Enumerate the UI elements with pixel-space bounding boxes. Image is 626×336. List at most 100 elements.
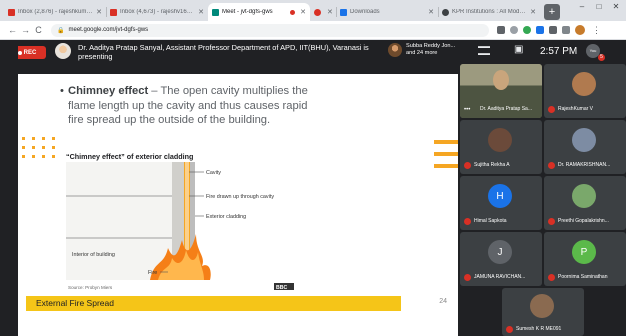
participant-tile[interactable]: Dr. RAMAKRISHNAN... — [544, 120, 626, 174]
extension-icons: ⋮ — [497, 25, 603, 36]
bullet-heading: Chimney effect — [68, 85, 149, 97]
forward-button[interactable]: → — [19, 25, 32, 35]
maximize-button[interactable]: □ — [592, 2, 606, 11]
screen: { "browser": { "tabs": [ {"label": "Inbo… — [0, 0, 626, 336]
browser-tab-strip: Inbox (2,876) - rajeshkumar.v@ ✕ Inbox (… — [0, 0, 626, 21]
participant-tile[interactable]: RajeshKumar V — [544, 64, 626, 118]
mic-off-icon — [506, 326, 513, 333]
close-icon[interactable]: ✕ — [198, 8, 204, 16]
presentation-slide: • Chimney effect – The open cavity multi… — [18, 74, 458, 336]
rec-label: REC — [23, 49, 37, 56]
participant-tile[interactable]: Preethi Gopalakrishn... — [544, 176, 626, 230]
slide-margin — [0, 40, 18, 336]
bullet-icon: • — [60, 85, 64, 97]
star-icon[interactable] — [510, 26, 518, 34]
captions-icon[interactable]: ▬▬ ▬▬ — [478, 44, 490, 58]
decorative-dots — [22, 137, 62, 158]
avatar — [488, 128, 512, 152]
avatar: P — [572, 240, 596, 264]
mic-off-icon — [548, 274, 555, 281]
other-participants[interactable]: Subba Reddy Jon... and 24 more — [388, 43, 458, 57]
avatar — [572, 184, 596, 208]
menu-icon[interactable]: ⋮ — [590, 25, 603, 36]
participant-name: Preethi Gopalakrishn... — [558, 218, 609, 224]
gmail-icon — [110, 8, 117, 16]
mic-off-icon — [464, 218, 471, 225]
mic-off-icon — [548, 106, 555, 113]
record-icon — [17, 50, 22, 55]
close-icon[interactable]: ✕ — [96, 8, 102, 16]
participant-tile[interactable]: P Poornima Saminathan — [544, 232, 626, 286]
participant-name: Poornima Saminathan — [558, 274, 608, 280]
puzzle-icon[interactable] — [562, 26, 570, 34]
participant-tile[interactable]: J JAMUNA RAVICHAN... — [460, 232, 542, 286]
tab-label: Inbox (2,876) - rajeshkumar.v@ — [18, 9, 94, 15]
participant-name: Himal Sapkota — [474, 218, 507, 224]
video-icon[interactable] — [497, 26, 505, 34]
close-icon[interactable]: ✕ — [300, 8, 306, 16]
address-bar-row: ← → C 🔒 meet.google.com/jvt-dgfs-gws ⋮ — [0, 21, 626, 40]
participant-face — [493, 70, 509, 90]
tab-label: Downloads — [350, 9, 380, 15]
minimize-button[interactable]: – — [575, 2, 589, 11]
tab-downloads[interactable]: Downloads ✕ — [336, 3, 438, 21]
meet-icon — [212, 8, 219, 16]
mic-off-icon — [464, 162, 471, 169]
tab-kpr[interactable]: KPR Institutions : All Modules ✕ — [438, 3, 540, 21]
mic-off-icon — [548, 162, 555, 169]
download-icon — [340, 8, 347, 16]
mic-off-icon — [548, 218, 555, 225]
tab-meet[interactable]: Meet - jvt-dgfs-gws ✕ — [208, 3, 310, 21]
close-icon[interactable]: ✕ — [530, 8, 536, 16]
participant-tile[interactable]: Sujitha Rekha A — [460, 120, 542, 174]
label-interior: Interior of building — [72, 252, 115, 258]
notification-badge: 5 — [598, 54, 605, 61]
back-button[interactable]: ← — [6, 25, 19, 35]
present-icon[interactable]: ▣ — [514, 44, 523, 55]
extension-icon-gray[interactable] — [549, 26, 557, 34]
reload-button[interactable]: C — [32, 25, 45, 35]
decorative-bar — [434, 140, 458, 144]
lock-icon: 🔒 — [57, 27, 65, 34]
tab-gmail-2[interactable]: Inbox (4,673) - rajeshv1684@gm ✕ — [106, 3, 208, 21]
bbc-logo: BBC — [276, 285, 287, 291]
slide-page-number: 24 — [439, 298, 447, 305]
figure-title: “Chimney effect” of exterior cladding — [66, 152, 194, 161]
footer-title: External Fire Spread — [36, 298, 114, 308]
close-icon[interactable]: ✕ — [327, 8, 333, 16]
url-bar[interactable]: 🔒 meet.google.com/jvt-dgfs-gws — [51, 23, 489, 37]
site-icon — [442, 8, 449, 16]
avatar — [572, 72, 596, 96]
participant-tile[interactable]: Sumesh K R ME091 — [502, 288, 584, 336]
close-icon[interactable]: ✕ — [428, 8, 434, 16]
others-text: Subba Reddy Jon... and 24 more — [406, 43, 456, 56]
avatar — [572, 128, 596, 152]
presenter-avatar — [55, 43, 71, 59]
avatar — [388, 43, 402, 57]
label-cavity: Cavity — [206, 170, 221, 176]
participant-name: Sujitha Rekha A — [474, 162, 510, 168]
label-fire: Fire — [148, 270, 157, 276]
profile-avatar[interactable] — [575, 25, 585, 35]
tab-gmail-1[interactable]: Inbox (2,876) - rajeshkumar.v@ ✕ — [4, 3, 106, 21]
tab-small[interactable]: ✕ — [310, 3, 336, 21]
participant-name: Dr. RAMAKRISHNAN... — [558, 162, 611, 168]
more-options-icon[interactable]: ••• — [464, 107, 470, 113]
mic-off-icon — [464, 274, 471, 281]
decorative-bar — [434, 152, 458, 156]
recording-dot-icon — [290, 9, 296, 15]
participant-name: Dr. Aaditya Pratap Sa... — [480, 106, 532, 112]
participant-tile[interactable]: ••• Dr. Aaditya Pratap Sa... — [460, 64, 542, 118]
avatar: H — [488, 184, 512, 208]
participant-grid: ••• Dr. Aaditya Pratap Sa... RajeshKumar… — [460, 64, 626, 336]
extension-icon-blue[interactable] — [536, 26, 544, 34]
close-window-button[interactable]: ✕ — [609, 2, 623, 11]
tab-label: Inbox (4,673) - rajeshv1684@gm — [120, 9, 195, 15]
extension-icon-green[interactable] — [523, 26, 531, 34]
new-tab-button[interactable]: + — [544, 4, 560, 20]
recording-dot-icon — [314, 8, 321, 16]
meet-call: REC Dr. Aaditya Pratap Sanyal, Assistant… — [0, 40, 626, 336]
participant-tile[interactable]: H Himal Sapkota — [460, 176, 542, 230]
participant-name: JAMUNA RAVICHAN... — [474, 274, 526, 280]
meet-top-bar: REC Dr. Aaditya Pratap Sanyal, Assistant… — [0, 40, 626, 64]
